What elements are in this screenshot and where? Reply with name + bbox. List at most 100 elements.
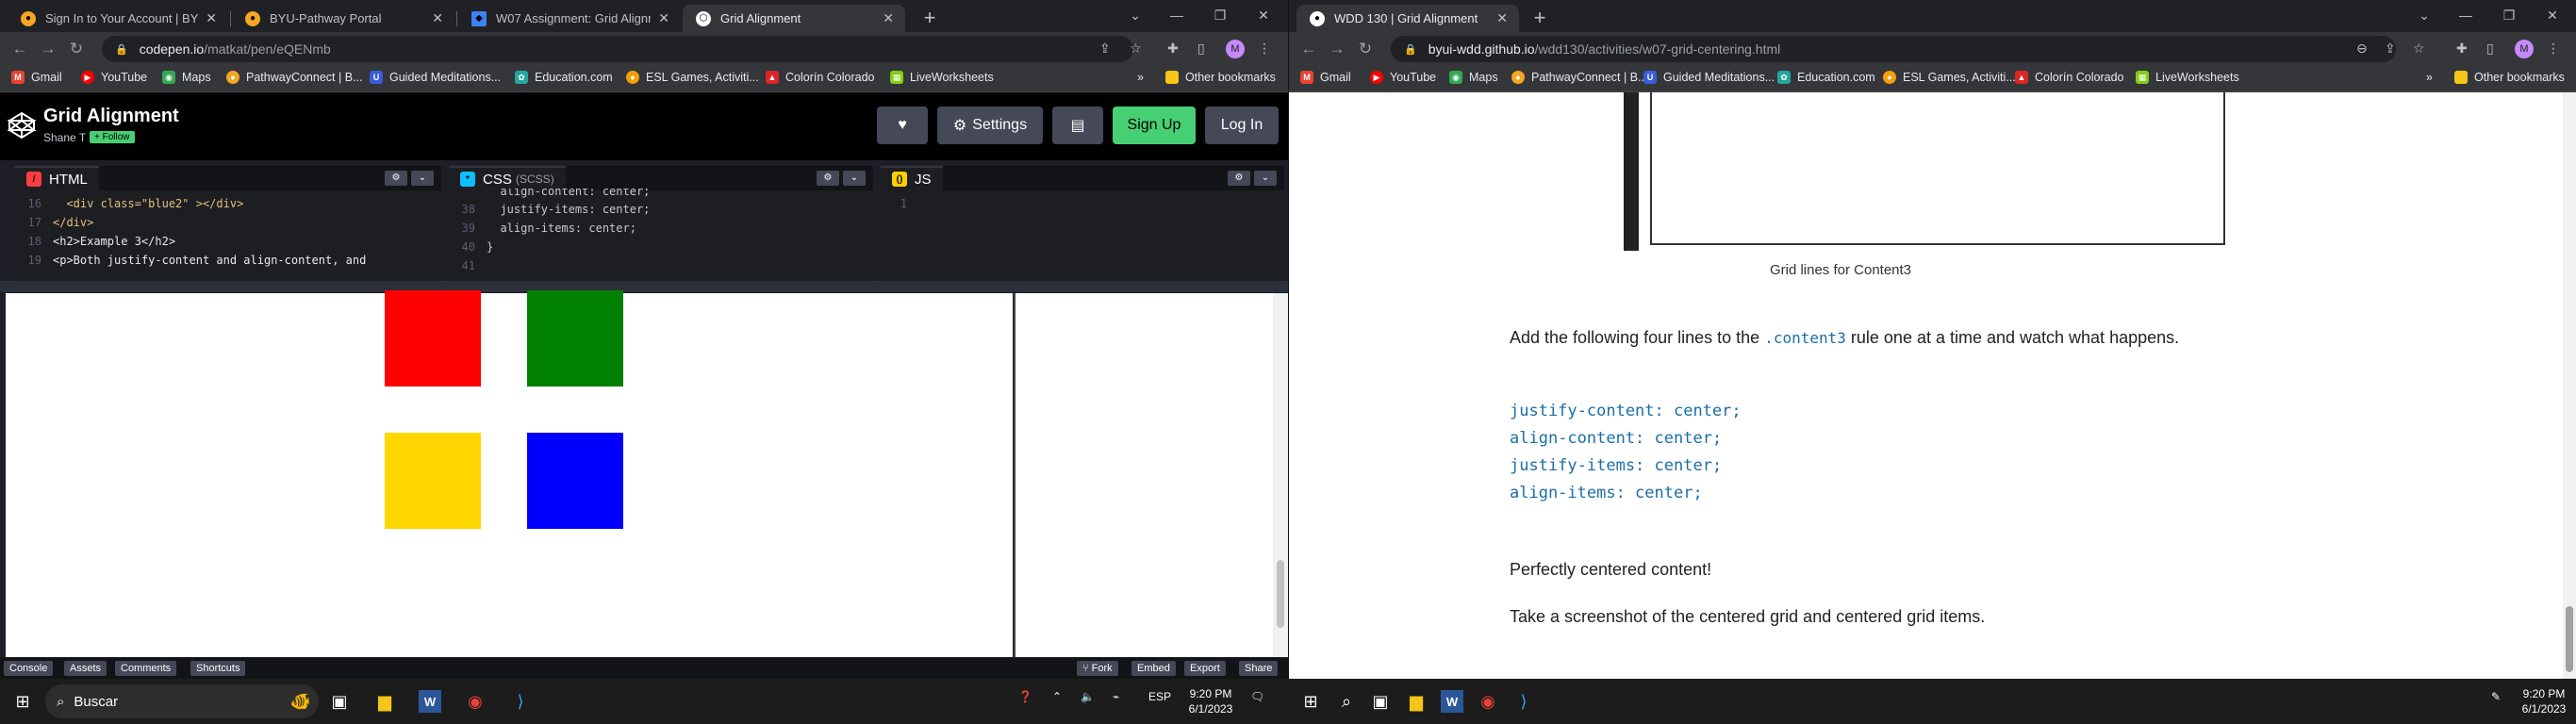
close-tab-icon[interactable]: ✕ (658, 10, 669, 26)
tab-search-button[interactable]: ⌄ (2407, 4, 2441, 26)
css-code[interactable]: align-content: center; 38 justify-items:… (449, 189, 873, 281)
zoom-icon[interactable]: ⊖ (2356, 41, 2368, 57)
css-settings-icon[interactable]: ⚙ (817, 171, 839, 186)
restore-button[interactable]: ❐ (1203, 4, 1237, 26)
bookmark-pathwayconnect[interactable]: ● PathwayConnect | B... (226, 71, 362, 84)
scrollbar-thumb[interactable] (2566, 606, 2573, 672)
css-tab[interactable]: * CSS (SCSS) (449, 166, 566, 190)
close-window-button[interactable]: ✕ (2535, 4, 2569, 26)
html-editor[interactable]: / HTML ⚙ ⌄ 16 <div class="blue2" ></div> … (15, 166, 441, 281)
language-indicator[interactable]: ESP (1148, 690, 1171, 703)
vscode-icon[interactable]: ⟩ (509, 690, 532, 713)
js-code[interactable]: 1 (881, 194, 1284, 281)
bookmark-youtube[interactable]: ▶ YouTube (1370, 71, 1436, 84)
tab-grid-alignment[interactable]: ⬡ Grid Alignment ✕ (683, 5, 905, 32)
help-icon[interactable]: ❓ (1018, 690, 1032, 703)
pen-icon[interactable]: ✎ (2491, 690, 2501, 703)
minimize-button[interactable]: — (1160, 4, 1194, 26)
word-icon[interactable]: W (1441, 690, 1463, 713)
sidebar-icon[interactable]: ▯ (2486, 41, 2494, 57)
comments-button[interactable]: Comments (115, 661, 177, 676)
volume-icon[interactable]: 🔈 (1081, 690, 1095, 703)
other-bookmarks[interactable]: Other bookmarks (2454, 71, 2565, 84)
bookmark-gmail[interactable]: M Gmail (11, 71, 62, 84)
windows-start-icon[interactable]: ⊞ (11, 690, 34, 713)
bookmark-star-icon[interactable]: ☆ (1130, 41, 1142, 57)
taskbar-clock[interactable]: 9:20 PM 6/1/2023 (2514, 686, 2574, 716)
codepen-logo-icon[interactable] (8, 111, 36, 140)
taskbar-clock[interactable]: 9:20 PM 6/1/2023 (1181, 686, 1241, 716)
notifications-icon[interactable]: 🗨 (1250, 690, 1264, 703)
tray-chevron-icon[interactable]: ⌃ (1052, 690, 1062, 703)
new-tab-button[interactable]: + (916, 6, 943, 30)
chrome-icon[interactable]: ◉ (464, 690, 487, 713)
shortcuts-button[interactable]: Shortcuts (190, 661, 246, 676)
back-icon[interactable]: ← (1295, 40, 1323, 58)
heart-button[interactable]: ♥ (877, 107, 928, 144)
tab-byu-signin[interactable]: ● Sign In to Your Account | BYU-Pa ✕ (8, 5, 228, 32)
settings-button[interactable]: ⚙ Settings (937, 107, 1043, 144)
html-settings-icon[interactable]: ⚙ (385, 171, 407, 186)
bookmark-liveworksheets[interactable]: ▦ LiveWorksheets (890, 71, 994, 84)
vscode-icon[interactable]: ⟩ (1512, 690, 1535, 713)
tab-wdd130[interactable]: ● WDD 130 | Grid Alignment ✕ (1296, 5, 1519, 32)
menu-kebab-icon[interactable]: ⋮ (1258, 41, 1271, 57)
css-collapse-icon[interactable]: ⌄ (843, 171, 866, 186)
menu-kebab-icon[interactable]: ⋮ (2547, 41, 2560, 57)
share-button[interactable]: Share (1239, 661, 1279, 676)
close-tab-icon[interactable]: ✕ (206, 10, 217, 26)
other-bookmarks[interactable]: Other bookmarks (1165, 71, 1276, 84)
share-icon[interactable]: ⇪ (2385, 41, 2396, 57)
extensions-icon[interactable]: ✚ (1167, 41, 1179, 57)
bookmark-guided-meditations[interactable]: U Guided Meditations... (370, 71, 501, 84)
html-tab[interactable]: / HTML (15, 166, 99, 190)
profile-avatar[interactable]: M (2515, 40, 2534, 58)
layout-button[interactable]: ▤ (1052, 107, 1103, 144)
export-button[interactable]: Export (1184, 661, 1226, 676)
js-editor[interactable]: () JS ⚙ ⌄ 1 (881, 166, 1284, 281)
windows-start-icon[interactable]: ⊞ (1299, 690, 1322, 713)
bookmark-esl-games[interactable]: ● ESL Games, Activiti... (1883, 71, 2016, 84)
close-window-button[interactable]: ✕ (1247, 4, 1280, 26)
close-tab-icon[interactable]: ✕ (1496, 10, 1508, 26)
bookmark-education[interactable]: ✿ Education.com (1777, 71, 1875, 84)
extensions-icon[interactable]: ✚ (2456, 41, 2468, 57)
search-icon[interactable]: ⌕ (1335, 690, 1358, 713)
taskbar-search[interactable]: ⌕ Buscar 🐠 (45, 684, 319, 718)
tab-byu-portal[interactable]: ● BYU-Pathway Portal ✕ (232, 5, 454, 32)
reload-icon[interactable]: ↻ (1351, 40, 1379, 58)
network-icon[interactable]: ⌁ (1113, 690, 1119, 703)
close-tab-icon[interactable]: ✕ (883, 10, 894, 26)
bookmark-education[interactable]: ✿ Education.com (515, 71, 613, 84)
file-explorer-icon[interactable]: ▆ (1405, 690, 1428, 713)
console-button[interactable]: Console (4, 661, 54, 676)
task-view-icon[interactable]: ▣ (328, 690, 351, 713)
signup-button[interactable]: Sign Up (1113, 107, 1196, 144)
bookmark-gmail[interactable]: M Gmail (1300, 71, 1351, 84)
bookmark-colorin-colorado[interactable]: ▲ Colorín Colorado (2015, 71, 2124, 84)
word-icon[interactable]: W (419, 690, 441, 713)
scrollbar-thumb[interactable] (1277, 560, 1284, 628)
bookmark-pathwayconnect[interactable]: ● PathwayConnect | B... (1511, 71, 1647, 84)
preview-scrollbar[interactable] (1273, 293, 1288, 657)
js-collapse-icon[interactable]: ⌄ (1254, 171, 1277, 186)
js-settings-icon[interactable]: ⚙ (1228, 171, 1250, 186)
editor-resizer[interactable] (0, 281, 1288, 292)
bookmark-maps[interactable]: ◉ Maps (1449, 71, 1498, 84)
profile-avatar[interactable]: M (1226, 40, 1245, 58)
bookmark-youtube[interactable]: ▶ YouTube (81, 71, 147, 84)
back-icon[interactable]: ← (6, 40, 34, 58)
follow-button[interactable]: + Follow (90, 131, 135, 143)
tab-search-button[interactable]: ⌄ (1118, 4, 1152, 26)
address-bar[interactable]: 🔒 byui-wdd.github.io/wdd130/activities/w… (1391, 36, 2396, 62)
task-view-icon[interactable]: ▣ (1369, 690, 1392, 713)
chrome-icon[interactable]: ◉ (1477, 690, 1499, 713)
minimize-button[interactable]: — (2449, 4, 2483, 26)
bookmark-colorin-colorado[interactable]: ▲ Colorín Colorado (766, 71, 875, 84)
bookmark-liveworksheets[interactable]: ▦ LiveWorksheets (2136, 71, 2239, 84)
reload-icon[interactable]: ↻ (62, 40, 91, 58)
page-scrollbar[interactable] (2563, 92, 2576, 679)
pen-author[interactable]: Shane T (43, 131, 86, 144)
address-bar[interactable]: 🔒 codepen.io/matkat/pen/eQENmb (102, 36, 1133, 62)
file-explorer-icon[interactable]: ▆ (373, 690, 396, 713)
